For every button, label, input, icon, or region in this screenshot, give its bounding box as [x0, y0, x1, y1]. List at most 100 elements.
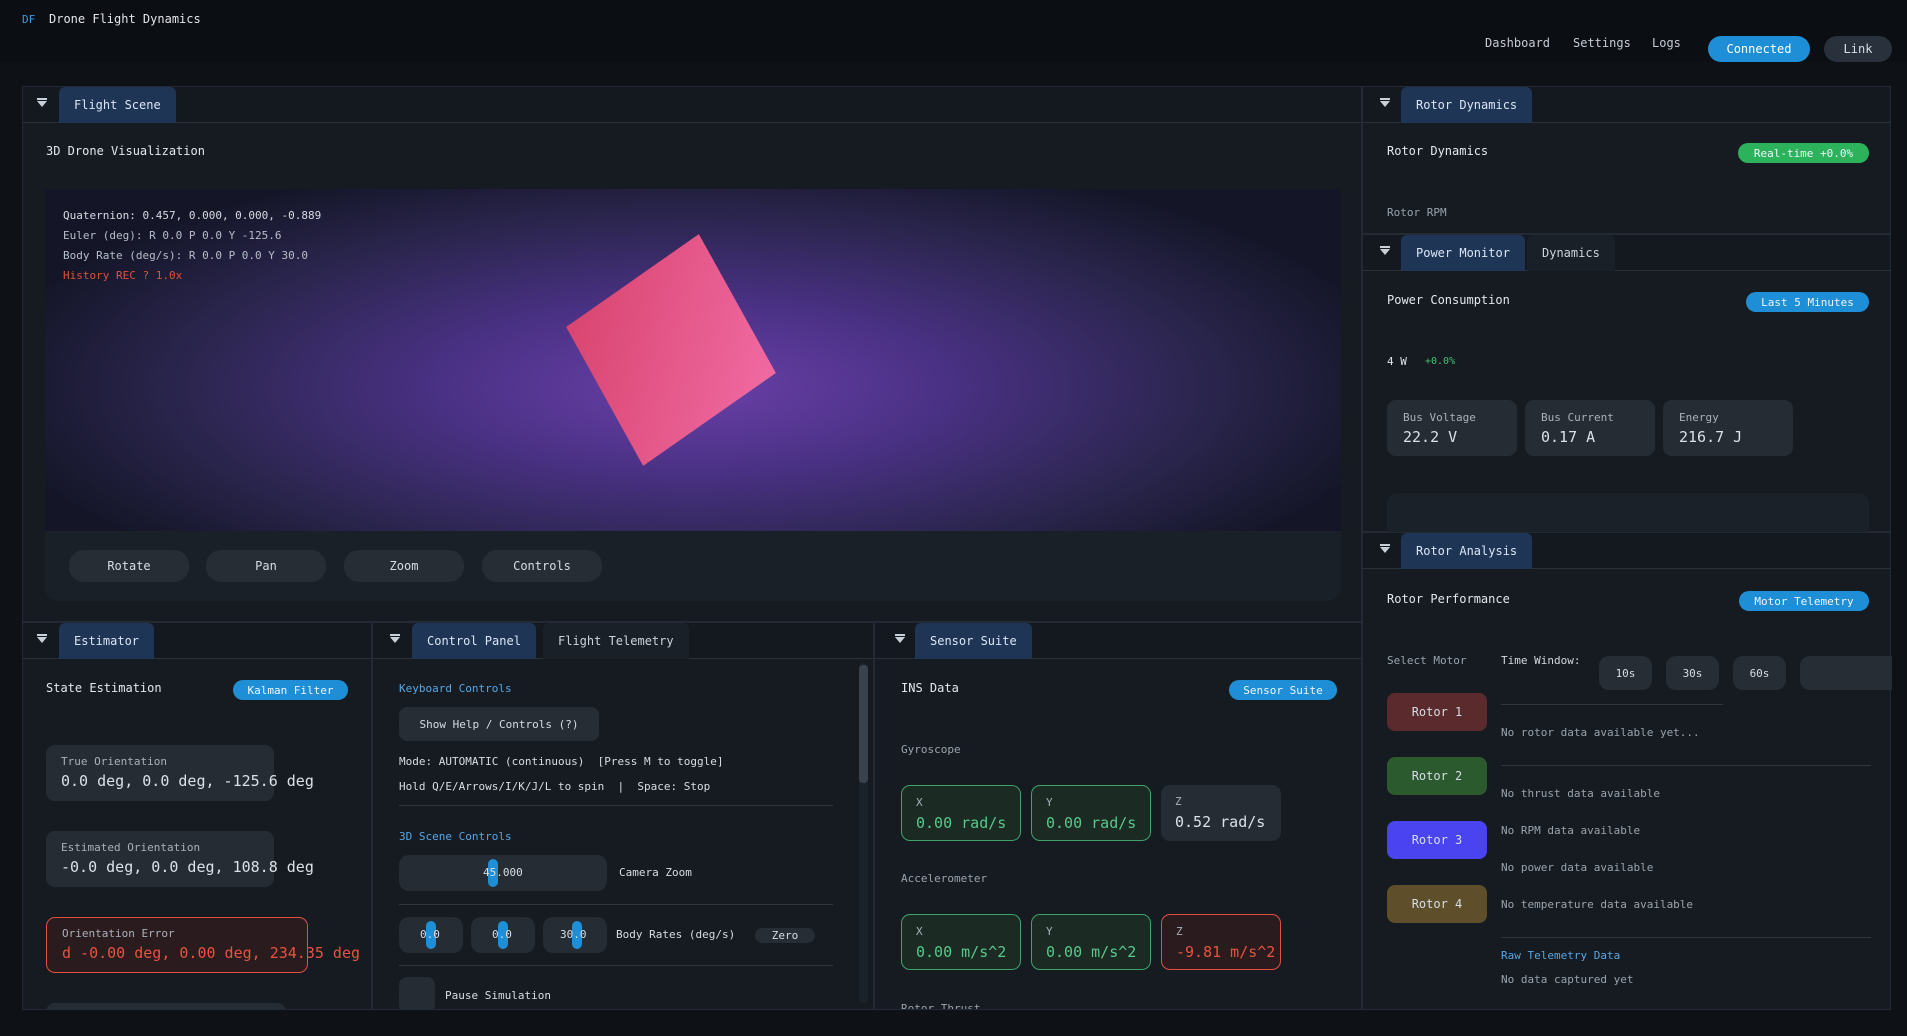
rotor-2-button[interactable]: Rotor 2	[1387, 757, 1487, 795]
rotor-analysis-panel: Rotor Analysis Rotor Performance Motor T…	[1362, 532, 1892, 1010]
tab-flight-telemetry[interactable]: Flight Telemetry	[543, 623, 689, 659]
tab-estimator[interactable]: Estimator	[59, 623, 155, 659]
tab-flight-scene[interactable]: Flight Scene	[59, 87, 176, 123]
collapse-icon[interactable]	[390, 634, 400, 643]
tab-rotor-dynamics[interactable]: Rotor Dynamics	[1401, 87, 1533, 123]
flight-scene-panel: Flight Scene 3D Drone Visualization Quat…	[22, 86, 1362, 622]
panel-title: State Estimation	[46, 681, 162, 695]
show-help-button[interactable]: Show Help / Controls (?)	[399, 707, 599, 741]
kalman-filter-badge: Kalman Filter	[233, 680, 348, 700]
gyro-x-card: X 0.00 rad/s	[901, 785, 1021, 841]
link-button[interactable]: Link	[1824, 36, 1892, 62]
next-card	[46, 1003, 286, 1009]
control-panel-tabbar: Control Panel Flight Telemetry	[373, 623, 873, 659]
pan-button[interactable]: Pan	[206, 550, 326, 582]
yaw-rate-value: 30.0	[560, 928, 587, 941]
time-custom-button[interactable]	[1800, 656, 1892, 690]
rotor-4-button[interactable]: Rotor 4	[1387, 885, 1487, 923]
roll-rate-slider[interactable]: 0.0	[399, 917, 463, 953]
card-label: Orientation Error	[62, 927, 175, 940]
drone-model	[566, 234, 776, 466]
axis-value: 0.00 rad/s	[1046, 814, 1137, 832]
connected-button[interactable]: Connected	[1708, 36, 1810, 62]
euler-readout: Euler (deg): R 0.0 P 0.0 Y -125.6	[63, 229, 282, 242]
rotate-button[interactable]: Rotate	[69, 550, 189, 582]
true-orientation-card: True Orientation 0.0 deg, 0.0 deg, -125.…	[46, 745, 314, 801]
collapse-icon[interactable]	[1380, 98, 1390, 107]
raw-telemetry-title: Raw Telemetry Data	[1501, 949, 1621, 962]
select-motor-label: Select Motor	[1387, 654, 1467, 667]
camera-zoom-slider[interactable]: 45.000	[399, 855, 607, 891]
card-value: d -0.00 deg, 0.00 deg, 234.35 deg	[62, 944, 361, 962]
rotor-3-button[interactable]: Rotor 3	[1387, 821, 1487, 859]
sensor-suite-panel: Sensor Suite INS Data Sensor Suite Gyros…	[874, 622, 1362, 1010]
thrust-data-message: No thrust data available	[1501, 787, 1660, 800]
yaw-rate-slider[interactable]: 30.0	[543, 917, 607, 953]
collapse-icon[interactable]	[895, 634, 905, 643]
zero-button[interactable]: Zero	[755, 928, 815, 943]
tab-rotor-analysis[interactable]: Rotor Analysis	[1401, 533, 1533, 569]
tab-control-panel[interactable]: Control Panel	[412, 623, 536, 659]
tab-dynamics[interactable]: Dynamics	[1527, 235, 1615, 271]
tab-power-monitor[interactable]: Power Monitor	[1401, 235, 1525, 271]
energy-card: Energy 216.7 J	[1663, 400, 1793, 456]
keyboard-controls-title: Keyboard Controls	[399, 682, 512, 695]
zoom-value: 45.000	[483, 866, 523, 879]
3d-viewport[interactable]: Quaternion: 0.457, 0.000, 0.000, -0.889 …	[45, 189, 1341, 531]
power-chart-area	[1387, 493, 1869, 533]
nav-logs[interactable]: Logs	[1652, 36, 1681, 50]
divider	[399, 904, 833, 905]
collapse-icon[interactable]	[37, 634, 47, 643]
scrollbar-thumb[interactable]	[859, 665, 868, 783]
rotor-data-message: No rotor data available yet...	[1501, 726, 1700, 739]
pitch-rate-slider[interactable]: 0.0	[471, 917, 535, 953]
card-label: Energy	[1679, 411, 1719, 424]
axis-label: Z	[1176, 925, 1183, 938]
axis-value: -9.81 m/s^2	[1176, 943, 1276, 961]
scene-overlay: Quaternion: 0.457, 0.000, 0.000, -0.889 …	[63, 206, 321, 286]
collapse-icon[interactable]	[1380, 246, 1390, 255]
axis-label: X	[916, 925, 923, 938]
power-monitor-tabbar: Power Monitor Dynamics	[1363, 235, 1890, 271]
estimated-orientation-card: Estimated Orientation -0.0 deg, 0.0 deg,…	[46, 831, 314, 887]
card-label: True Orientation	[61, 755, 167, 768]
card-value: 22.2 V	[1403, 428, 1458, 446]
accel-y-card: Y 0.00 m/s^2	[1031, 914, 1151, 970]
collapse-icon[interactable]	[37, 98, 47, 107]
card-label: Estimated Orientation	[61, 841, 201, 854]
panel-title: 3D Drone Visualization	[46, 144, 205, 158]
accel-z-card: Z -9.81 m/s^2	[1161, 914, 1281, 970]
nav-settings[interactable]: Settings	[1573, 36, 1631, 50]
scrollbar-track[interactable]	[859, 663, 868, 1003]
card-value: 0.17 A	[1541, 428, 1596, 446]
rotor-1-button[interactable]: Rotor 1	[1387, 693, 1487, 731]
time-30s-button[interactable]: 30s	[1666, 656, 1719, 690]
power-value: 4 W	[1387, 355, 1407, 368]
camera-zoom-label: Camera Zoom	[619, 866, 692, 879]
raw-telemetry-message: No data captured yet	[1501, 973, 1634, 986]
body-rate-readout: Body Rate (deg/s): R 0.0 P 0.0 Y 30.0	[63, 249, 309, 262]
pause-checkbox[interactable]	[399, 977, 435, 1009]
card-value: 216.7 J	[1679, 428, 1743, 446]
collapse-icon[interactable]	[1380, 544, 1390, 553]
roll-rate-value: 0.0	[420, 928, 440, 941]
spin-text: Hold Q/E/Arrows/I/K/J/L to spin | Space:…	[399, 780, 711, 793]
axis-value: 0.00 m/s^2	[916, 943, 1007, 961]
axis-label: Y	[1046, 796, 1053, 809]
bus-current-card: Bus Current 0.17 A	[1525, 400, 1655, 456]
axis-value: 0.00 rad/s	[916, 814, 1007, 832]
nav-dashboard[interactable]: Dashboard	[1485, 36, 1550, 50]
sensor-suite-tabbar: Sensor Suite	[875, 623, 1361, 659]
tab-sensor-suite[interactable]: Sensor Suite	[915, 623, 1032, 659]
app-logo: DF	[22, 13, 36, 26]
time-10s-button[interactable]: 10s	[1599, 656, 1652, 690]
time-range-badge[interactable]: Last 5 Minutes	[1746, 292, 1869, 312]
divider	[399, 965, 833, 966]
zoom-button[interactable]: Zoom	[344, 550, 464, 582]
pause-label: Pause Simulation	[445, 989, 551, 1002]
divider	[399, 805, 833, 806]
motor-telemetry-badge[interactable]: Motor Telemetry	[1739, 591, 1869, 611]
controls-button[interactable]: Controls	[482, 550, 602, 582]
sensor-suite-badge: Sensor Suite	[1229, 680, 1337, 700]
time-60s-button[interactable]: 60s	[1733, 656, 1786, 690]
